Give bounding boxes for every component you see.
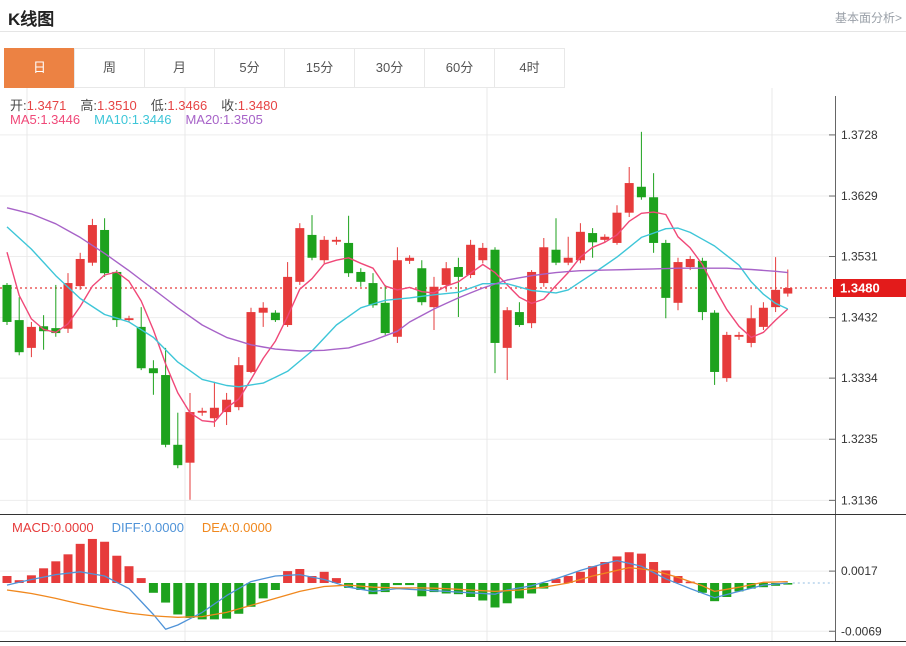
- tab-周[interactable]: 周: [74, 48, 145, 88]
- info-item: 收:1.3480: [221, 98, 277, 113]
- svg-text:-0.0069: -0.0069: [841, 624, 882, 638]
- timeframe-tab-bar: 日周月5分15分30分60分4时: [5, 48, 565, 88]
- tab-15分[interactable]: 15分: [284, 48, 355, 88]
- tab-5分[interactable]: 5分: [214, 48, 285, 88]
- svg-text:1.3235: 1.3235: [841, 432, 878, 446]
- tab-日[interactable]: 日: [4, 48, 75, 88]
- info-item: DIFF:0.0000: [112, 520, 184, 535]
- kline-page: K线图 基本面分析> 日周月5分15分30分60分4时 开:1.3471 高:1.…: [0, 0, 906, 646]
- tab-30分[interactable]: 30分: [354, 48, 425, 88]
- info-item: 低:1.3466: [151, 98, 207, 113]
- info-item: DEA:0.0000: [202, 520, 272, 535]
- svg-text:1.3136: 1.3136: [841, 493, 878, 507]
- svg-text:1.3629: 1.3629: [841, 189, 878, 203]
- info-item: MA20:1.3505: [185, 112, 262, 127]
- info-item: MA5:1.3446: [10, 112, 80, 127]
- svg-text:1.3531: 1.3531: [841, 250, 878, 264]
- svg-text:1.3728: 1.3728: [841, 128, 878, 142]
- tab-60分[interactable]: 60分: [424, 48, 495, 88]
- chart-area: 开:1.3471 高:1.3510 低:1.3466 收:1.3480 MA5:1.3…: [0, 88, 906, 646]
- macd-info-line: MACD:0.0000 DIFF:0.0000 DEA:0.0000: [12, 520, 290, 535]
- info-item: 高:1.3510: [80, 98, 136, 113]
- tab-4时[interactable]: 4时: [494, 48, 565, 88]
- info-item: MACD:0.0000: [12, 520, 94, 535]
- svg-text:0.0017: 0.0017: [841, 564, 878, 578]
- header-divider: [0, 31, 906, 32]
- fundamental-analysis-link[interactable]: 基本面分析>: [835, 9, 902, 26]
- tab-月[interactable]: 月: [144, 48, 215, 88]
- svg-text:1.3334: 1.3334: [841, 371, 878, 385]
- svg-text:1.3432: 1.3432: [841, 311, 878, 325]
- ma-info-line: MA5:1.3446 MA10:1.3446 MA20:1.3505: [10, 112, 277, 127]
- candlestick-chart: 1.3728 1.3629 1.3531 1.3432 1.3334 1.3235 1.31…: [0, 88, 906, 515]
- page-title: K线图: [8, 5, 54, 30]
- info-item: MA10:1.3446: [94, 112, 171, 127]
- info-item: 开:1.3471: [10, 98, 66, 113]
- svg-text:1.3480: 1.3480: [840, 281, 880, 296]
